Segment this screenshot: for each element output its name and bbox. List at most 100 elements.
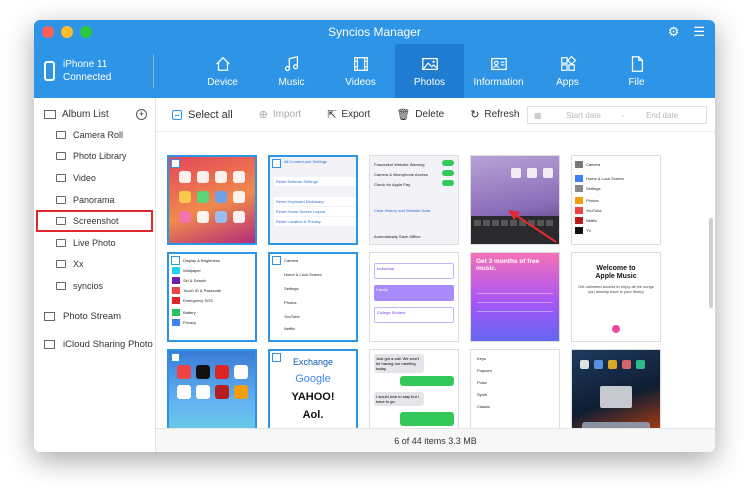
sidebar-item-label: iCloud Sharing Photo <box>63 339 153 351</box>
scrollbar[interactable] <box>709 218 713 308</box>
tab-photos[interactable]: Photos <box>395 44 464 98</box>
sidebar-item-label: Camera Roll <box>73 129 124 140</box>
photo-thumbnail[interactable] <box>571 349 661 439</box>
contact-card-icon <box>490 57 507 70</box>
photo-icon <box>56 152 66 161</box>
thumb-text: YouTube <box>586 208 602 213</box>
photo-thumbnail[interactable]: Camera Home & Lock Screen Settings Photo… <box>571 155 661 245</box>
end-date-input[interactable]: End date <box>624 111 700 120</box>
thumb-text: Keys <box>477 356 486 361</box>
thumb-text: Netflix <box>586 218 598 223</box>
import-button[interactable]: ⊕ Import <box>259 108 302 121</box>
thumb-text: Emergency SOS <box>183 298 213 303</box>
thumb-text: Reset Location & Privacy <box>274 217 356 226</box>
thumb-text: Get unlimited access to enjoy all the so… <box>578 284 654 294</box>
thumb-text: Pulse <box>477 380 488 385</box>
zoom-button[interactable] <box>80 26 92 38</box>
thumbnail-checkbox[interactable] <box>272 256 281 265</box>
checkbox-icon <box>172 109 182 120</box>
sidebar-item-xx[interactable]: Xx <box>34 254 155 276</box>
sidebar-item-camera-roll[interactable]: Camera Roll <box>34 124 155 146</box>
export-button[interactable]: ⇱ Export <box>327 108 370 121</box>
phone-icon <box>44 61 55 81</box>
status-summary: 6 of 44 items 3.3 MB <box>394 436 477 446</box>
thumbnail-checkbox[interactable] <box>171 353 180 362</box>
sidebar-item-photo-library[interactable]: Photo Library <box>34 146 155 168</box>
tab-music[interactable]: Music <box>257 44 326 98</box>
thumb-text: Family <box>374 285 454 301</box>
toolbar: Select all ⊕ Import ⇱ Export 🗑 Delete ↻ Refr… <box>156 98 715 132</box>
sidebar-item-label: Video <box>73 172 96 183</box>
sidebar-item-label: Live Photo <box>73 237 116 248</box>
photo-thumbnail[interactable] <box>167 349 257 439</box>
tab-file[interactable]: File <box>602 44 671 98</box>
thumb-text: Photos <box>586 198 599 203</box>
sidebar-item-screenshot[interactable]: Screenshot <box>36 210 153 232</box>
tab-videos[interactable]: Videos <box>326 44 395 98</box>
thumb-text: Home & Lock Screen <box>586 176 624 181</box>
ipad-home-icons <box>580 360 650 432</box>
tab-apps[interactable]: Apps <box>533 44 602 98</box>
tab-apps-label: Apps <box>556 76 579 88</box>
photo-thumbnail[interactable]: Keys Popcorn Pulse Synth Classic <box>470 349 560 439</box>
add-album-icon[interactable]: + <box>136 108 147 120</box>
tab-information[interactable]: Information <box>464 44 533 98</box>
thumb-text: Netflix <box>284 326 296 331</box>
home-icon <box>215 56 230 71</box>
photo-thumbnail[interactable] <box>167 155 257 245</box>
tab-information-label: Information <box>473 76 524 88</box>
minimize-button[interactable] <box>61 26 73 38</box>
thumb-text: YAHOO! <box>291 391 335 403</box>
photo-thumbnail[interactable]: Get 3 months of free music. <box>470 252 560 342</box>
photo-thumbnail[interactable]: Welcome to Apple Music Get unlimited acc… <box>571 252 661 342</box>
device-info[interactable]: iPhone 11 Connected <box>34 54 154 88</box>
sidebar-item-photo-stream[interactable]: Photo Stream <box>34 303 155 331</box>
thumb-text: Clear History and Website Data <box>374 208 430 213</box>
thumbnail-checkbox[interactable] <box>171 159 180 168</box>
refresh-button[interactable]: ↻ Refresh <box>470 108 519 121</box>
thumb-text: Siri & Search <box>183 278 207 283</box>
thumbnail-checkbox[interactable] <box>272 159 281 168</box>
photo-thumbnail[interactable]: Individual Family College Student <box>369 252 459 342</box>
sidebar-item-icloud-sharing[interactable]: iCloud Sharing Photo <box>34 331 155 359</box>
thumb-text: Camera <box>284 258 299 263</box>
window-title: Syncios Manager <box>328 25 421 39</box>
sidebar-item-live-photo[interactable]: Live Photo <box>34 232 155 254</box>
photo-thumbnail[interactable]: Display & Brightness Wallpaper Siri & Se… <box>167 252 257 342</box>
delete-button[interactable]: 🗑 Delete <box>396 108 444 121</box>
gear-icon[interactable]: ⚙ <box>668 20 680 44</box>
photo-content: Select all ⊕ Import ⇱ Export 🗑 Delete ↻ Refr… <box>156 98 715 452</box>
sidebar-item-panorama[interactable]: Panorama <box>34 189 155 211</box>
thumb-text: Display & Brightness <box>183 258 220 263</box>
music-note-icon <box>284 55 298 71</box>
photo-thumbnail[interactable]: Just got a call. We won't be having our … <box>369 349 459 439</box>
sidebar-item-syncios[interactable]: syncios <box>34 275 155 297</box>
thumbnail-checkbox[interactable] <box>272 353 281 362</box>
album-list-header[interactable]: Album List + <box>34 104 155 124</box>
photo-thumbnail[interactable]: Camera Home & Lock Screen Settings Photo… <box>268 252 358 342</box>
photo-stream-icon <box>44 312 55 322</box>
tab-photos-label: Photos <box>413 76 446 88</box>
sidebar-item-label: Xx <box>73 259 84 270</box>
tab-device[interactable]: Device <box>188 44 257 98</box>
thumb-text: Home & Lock Screen <box>284 272 322 277</box>
thumbnail-checkbox[interactable] <box>171 256 180 265</box>
select-all-checkbox[interactable]: Select all <box>172 109 233 121</box>
photo-thumbnail[interactable]: Fraudulent Website Warning Camera & Micr… <box>369 155 459 245</box>
thumb-text: Synth <box>477 392 488 397</box>
sidebar-item-video[interactable]: Video <box>34 167 155 189</box>
photo-thumbnail[interactable]: Exchange Google YAHOO! Aol. <box>268 349 358 439</box>
export-label: Export <box>341 109 371 120</box>
thumb-text: Fraudulent Website Warning <box>374 162 425 167</box>
window-controls <box>42 26 92 38</box>
calendar-icon: ▦ <box>534 110 542 120</box>
sidebar-item-label: Photo Stream <box>63 311 122 323</box>
people-icon <box>612 325 620 333</box>
close-button[interactable] <box>42 26 54 38</box>
start-date-input[interactable]: Start date <box>546 111 622 120</box>
menu-icon[interactable]: ☰ <box>693 20 705 44</box>
date-range-picker[interactable]: ▦ Start date - End date <box>527 106 707 124</box>
toggle-on-icon <box>442 180 454 186</box>
photo-thumbnail[interactable]: All Content and Settings Reset Network S… <box>268 155 358 245</box>
thumb-text: Wallpaper <box>183 268 201 273</box>
